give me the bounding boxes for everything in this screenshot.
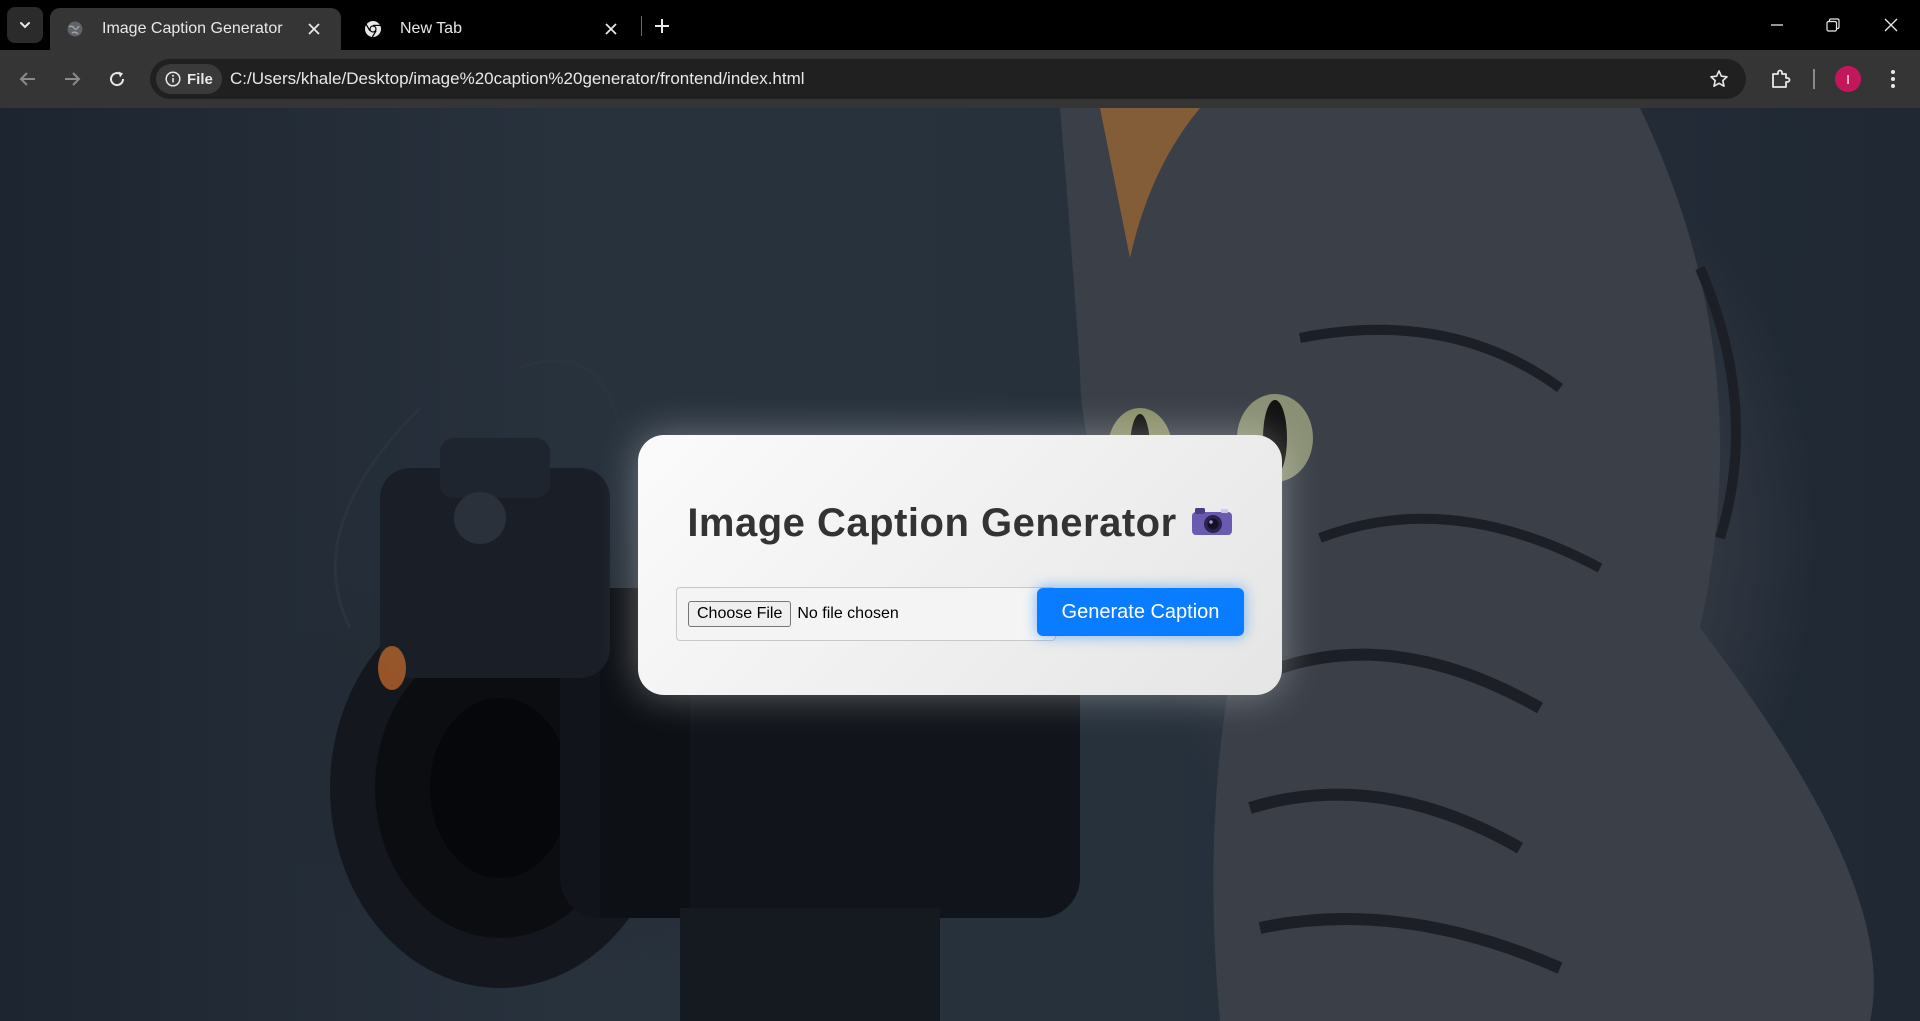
page-title: Image Caption Generator bbox=[638, 501, 1282, 548]
tab-search-button[interactable] bbox=[7, 7, 43, 43]
reload-button[interactable] bbox=[103, 65, 131, 93]
arrow-right-icon bbox=[65, 72, 81, 86]
tab-image-caption-generator[interactable]: Image Caption Generator bbox=[50, 8, 341, 50]
file-input[interactable]: Choose File No file chosen bbox=[676, 587, 1056, 641]
minimize-button[interactable] bbox=[1762, 10, 1792, 40]
page-viewport: Image Caption Generator Choose File No f… bbox=[0, 108, 1920, 1021]
puzzle-icon bbox=[1772, 69, 1791, 88]
address-bar[interactable]: File C:/Users/khale/Desktop/image%20capt… bbox=[150, 59, 1746, 99]
menu-button[interactable] bbox=[1878, 64, 1908, 94]
restore-icon bbox=[1826, 18, 1840, 32]
bookmark-star-icon[interactable] bbox=[1708, 68, 1730, 90]
tab-title: New Tab bbox=[400, 20, 462, 37]
site-chip-label: File bbox=[187, 70, 213, 88]
new-tab-button[interactable] bbox=[650, 14, 674, 38]
back-button[interactable] bbox=[14, 65, 42, 93]
close-tab-icon[interactable] bbox=[600, 18, 622, 40]
extensions-button[interactable] bbox=[1766, 64, 1796, 94]
arrow-left-icon bbox=[19, 72, 35, 86]
forward-button[interactable] bbox=[58, 65, 86, 93]
url-text[interactable]: C:/Users/khale/Desktop/image%20caption%2… bbox=[230, 59, 805, 99]
tab-strip: Image Caption Generator New Tab bbox=[0, 0, 1920, 50]
plus-icon bbox=[655, 19, 669, 33]
page-title-text: Image Caption Generator bbox=[687, 501, 1177, 545]
caption-card: Image Caption Generator Choose File No f… bbox=[638, 435, 1282, 695]
info-icon bbox=[165, 71, 181, 87]
tab-title: Image Caption Generator bbox=[102, 20, 283, 37]
minimize-icon bbox=[1771, 24, 1783, 26]
reload-icon bbox=[110, 71, 125, 87]
close-tab-icon[interactable] bbox=[303, 18, 325, 40]
restore-button[interactable] bbox=[1818, 10, 1848, 40]
chevron-down-icon bbox=[20, 22, 30, 29]
more-vertical-icon bbox=[1891, 70, 1895, 88]
site-info-chip[interactable]: File bbox=[156, 64, 222, 94]
profile-avatar[interactable]: I bbox=[1835, 66, 1861, 92]
camera-icon bbox=[1191, 501, 1233, 546]
choose-file-button[interactable]: Choose File bbox=[688, 601, 792, 627]
close-window-button[interactable] bbox=[1876, 10, 1906, 40]
toolbar-divider bbox=[1813, 69, 1815, 89]
tab-new-tab[interactable]: New Tab bbox=[348, 8, 638, 50]
tab-separator bbox=[641, 16, 642, 36]
browser-toolbar: File C:/Users/khale/Desktop/image%20capt… bbox=[0, 50, 1920, 108]
chrome-icon bbox=[364, 20, 382, 38]
file-status-text: No file chosen bbox=[797, 605, 899, 622]
generate-caption-button[interactable]: Generate Caption bbox=[1037, 588, 1244, 636]
close-icon bbox=[1884, 18, 1898, 32]
globe-icon bbox=[66, 20, 84, 38]
